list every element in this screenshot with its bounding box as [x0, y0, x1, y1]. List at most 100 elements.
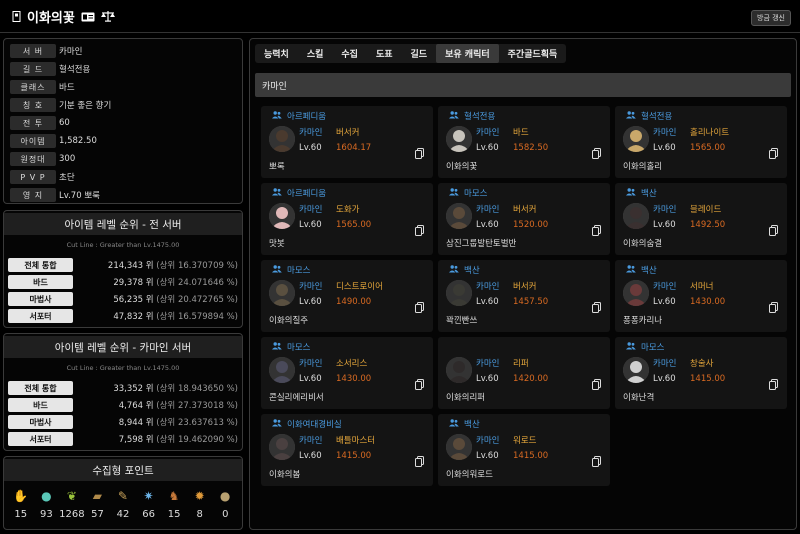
- tab-skills[interactable]: 스킬: [298, 44, 333, 63]
- character-card[interactable]: 백산 카마인 버서커 Lv.60 1457.50 꽉낀빤쓰: [438, 260, 610, 332]
- rank-label: 서포터: [8, 309, 73, 323]
- avatar: [623, 126, 649, 152]
- item-level: 1430.00: [690, 297, 726, 307]
- rank-label: 마법사: [8, 292, 73, 306]
- guild-name: 아르페디움: [287, 112, 327, 122]
- class-name: 버서커: [513, 205, 537, 215]
- copy-icon[interactable]: [769, 144, 778, 159]
- server-name: 카마인: [653, 128, 677, 138]
- copy-icon[interactable]: [769, 221, 778, 236]
- character-name: 이화의워로드: [446, 470, 493, 480]
- collect-value: 93: [39, 509, 53, 520]
- character-card[interactable]: 마모스 카마인 창술사 Lv.60 1415.00 이화난격: [615, 337, 787, 409]
- balance-scale-icon[interactable]: [100, 11, 115, 22]
- character-card[interactable]: 마모스 카마인 소서리스 Lv.60 1430.00 콘실리에리비서: [261, 337, 433, 409]
- refresh-button[interactable]: 방금 갱신: [751, 10, 791, 26]
- info-row-class: 클래스 바드: [10, 80, 75, 94]
- rank-percent: (상위 16.579894 %): [156, 312, 238, 322]
- collectible-points-panel: 수집형 포인트 ✋ ● ❦ ▰ ✎ ✷ ♞ ✹ ● 15 93 1268 57 42 66 15 8 0: [3, 456, 243, 530]
- info-value: 1,582.50: [59, 136, 97, 146]
- copy-icon[interactable]: [769, 375, 778, 390]
- tab-stats[interactable]: 능력치: [255, 44, 298, 63]
- rank-number: 7,598 위: [118, 435, 154, 445]
- rank-number: 8,944 위: [118, 418, 154, 428]
- character-card[interactable]: 아르페디움 카마인 도화가 Lv.60 1565.00 맛봇: [261, 183, 433, 255]
- rank-number: 29,378 위: [113, 278, 154, 288]
- copy-icon[interactable]: [415, 375, 424, 390]
- rank-row: 바드 29,378 위 (상위 24.071646 %): [8, 275, 240, 289]
- character-name: 뽀록: [269, 162, 285, 172]
- rank-row: 바드 4,764 위 (상위 27.373018 %): [8, 398, 240, 412]
- character-card[interactable]: 혈석전용 카마인 바드 Lv.60 1582.50 이화의꽃: [438, 106, 610, 178]
- guild-name: 혈석전용: [641, 112, 673, 122]
- great-art-icon: ▰: [92, 489, 103, 503]
- character-card[interactable]: 혈석전용 카마인 홀리나이트 Lv.60 1565.00 이화의홀리: [615, 106, 787, 178]
- class-name: 리퍼: [513, 359, 529, 369]
- guild-label: 마모스: [272, 264, 310, 276]
- character-card[interactable]: 백산 카마인 서머너 Lv.60 1430.00 퐁퐁카리나: [615, 260, 787, 332]
- mokoko-seed-sprout-icon: ❦: [66, 489, 77, 503]
- server-name: 카마인: [653, 359, 677, 369]
- item-level: 1520.00: [513, 220, 549, 230]
- character-name: 이화의리퍼: [446, 393, 486, 403]
- class-name: 버서커: [513, 282, 537, 292]
- character-name: 이화의봄: [269, 470, 301, 480]
- adventure-tome-icon: ✎: [117, 489, 128, 503]
- character-card[interactable]: 백산 카마인 블레이드 Lv.60 1492.50 이화의숨결: [615, 183, 787, 255]
- guild-label: 백산: [626, 264, 657, 276]
- rank-label: 전체 통합: [8, 258, 73, 272]
- collect-value: 42: [116, 509, 130, 520]
- guild-members-icon: [272, 341, 282, 353]
- copy-icon[interactable]: [415, 144, 424, 159]
- avatar: [623, 203, 649, 229]
- rank-row: 전체 통합 214,343 위 (상위 16.370709 %): [8, 258, 240, 272]
- character-card[interactable]: 백산 카마인 워로드 Lv.60 1415.00 이화의워로드: [438, 414, 610, 486]
- copy-icon[interactable]: [592, 452, 601, 467]
- tab-collection[interactable]: 수집: [332, 44, 367, 63]
- info-row-pvp: P V P 초단: [10, 170, 75, 184]
- bookmark-icon[interactable]: [12, 11, 21, 22]
- rank-percent: (상위 27.373018 %): [156, 401, 238, 411]
- rank-server-cutline: Cut Line : Greater than Lv.1475.00: [66, 364, 180, 372]
- guild-label: 아르페디움: [272, 110, 326, 122]
- copy-icon[interactable]: [769, 298, 778, 313]
- rank-row: 마법사 8,944 위 (상위 23.637613 %): [8, 415, 240, 429]
- guild-members-icon: [272, 110, 282, 122]
- copy-icon[interactable]: [592, 144, 601, 159]
- rank-all-title: 아이템 레벨 순위 - 전 서버: [4, 213, 242, 235]
- tab-weekly-gold[interactable]: 주간골드획득: [499, 44, 567, 63]
- guild-label: 마모스: [449, 187, 487, 199]
- id-card-icon[interactable]: [81, 12, 95, 22]
- avatar: [623, 357, 649, 383]
- character-card[interactable]: 마모스 카마인 디스트로이어 Lv.60 1490.00 이화의질주: [261, 260, 433, 332]
- rank-server-panel: 아이템 레벨 순위 - 카마인 서버 Cut Line : Greater th…: [3, 333, 243, 451]
- header-left: 이화의꽃: [12, 7, 115, 26]
- tab-guild[interactable]: 길드: [402, 44, 437, 63]
- rank-label: 전체 통합: [8, 381, 73, 395]
- copy-icon[interactable]: [592, 375, 601, 390]
- copy-icon[interactable]: [592, 298, 601, 313]
- rank-value: 214,343 위 (상위 16.370709 %): [73, 259, 240, 271]
- item-level: 1415.00: [336, 451, 372, 461]
- character-card[interactable]: 이화여대경비실 카마인 배틀마스터 Lv.60 1415.00 이화의봄: [261, 414, 433, 486]
- copy-icon[interactable]: [415, 452, 424, 467]
- character-card[interactable]: 아르페디움 카마인 버서커 Lv.60 1604.17 뽀록: [261, 106, 433, 178]
- character-info-panel: 서 버 카마인 길 드 혈석전용 클래스 바드 칭 호 기분 좋은 향기 전 투 60 아…: [3, 38, 243, 204]
- rank-number: 4,764 위: [118, 401, 154, 411]
- item-level: 1565.00: [336, 220, 372, 230]
- character-card[interactable]: 카마인 리퍼 Lv.60 1420.00 이화의리퍼: [438, 337, 610, 409]
- tab-owned-characters[interactable]: 보유 캐릭터: [436, 44, 499, 63]
- copy-icon[interactable]: [415, 298, 424, 313]
- tab-charts[interactable]: 도표: [367, 44, 402, 63]
- collect-value: 8: [196, 509, 203, 520]
- copy-icon[interactable]: [415, 221, 424, 236]
- combat-level: Lv.60: [299, 374, 322, 384]
- character-name: 이화의홀리: [623, 162, 663, 172]
- copy-icon[interactable]: [592, 221, 601, 236]
- character-card[interactable]: 마모스 카마인 버서커 Lv.60 1520.00 삼진그룹발탄토벌반: [438, 183, 610, 255]
- rank-value: 29,378 위 (상위 24.071646 %): [73, 276, 240, 288]
- avatar: [446, 357, 472, 383]
- guild-members-icon: [626, 264, 636, 276]
- item-level: 1565.00: [690, 143, 726, 153]
- guild-name: 백산: [464, 266, 480, 276]
